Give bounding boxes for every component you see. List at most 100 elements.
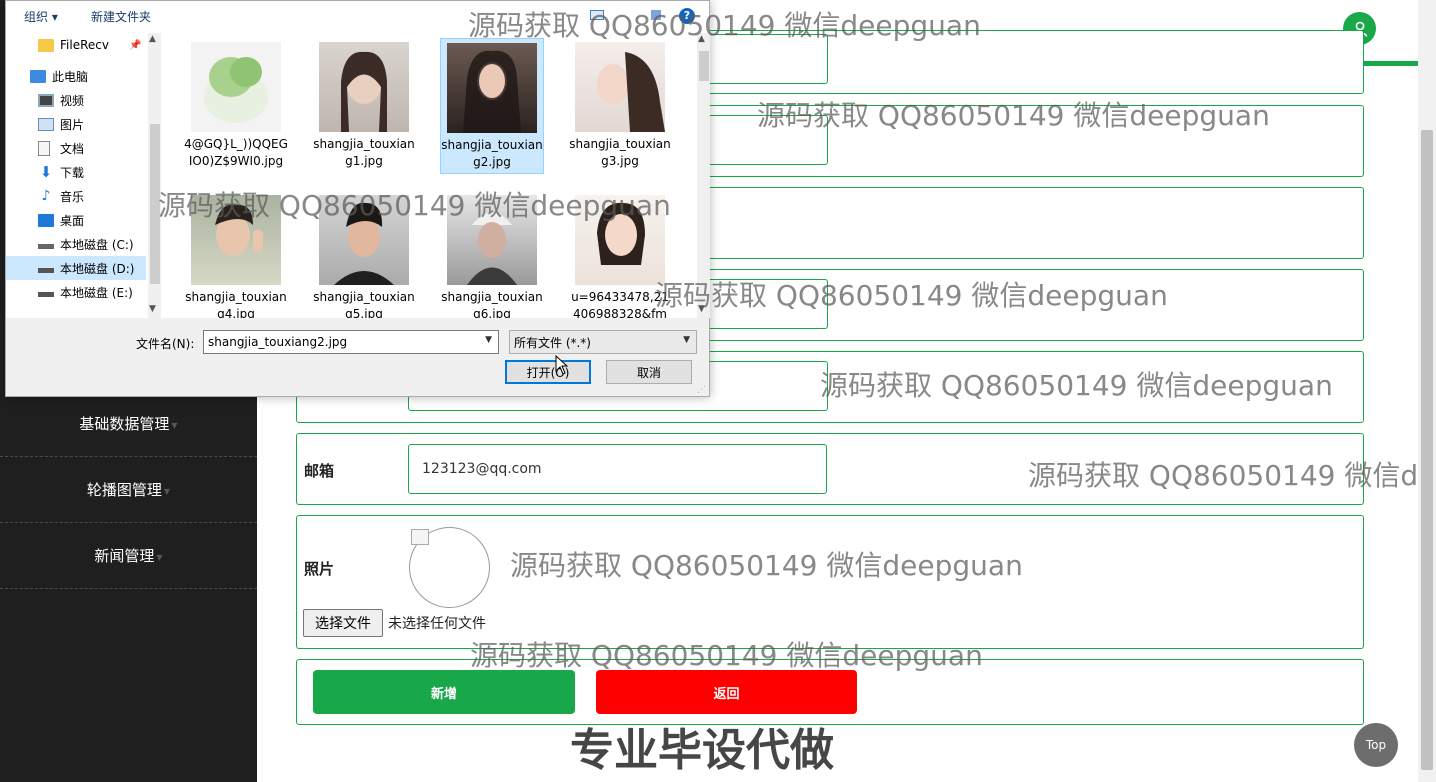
watermark-text: 源码获取 QQ86050149 微信d: [1028, 459, 1419, 492]
file-name: shangjia_touxiang3.jpg: [569, 137, 671, 168]
filetype-select[interactable]: 所有文件 (*.*) ▼: [509, 330, 697, 354]
filename-input[interactable]: shangjia_touxiang2.jpg ▼: [203, 330, 499, 354]
tree-item-label: 下载: [60, 165, 85, 180]
file-item[interactable]: 4@GQ}L_))QQEGIO0)Z$9WI0.jpg: [184, 38, 288, 170]
tree-item-label: 桌面: [60, 213, 85, 228]
resize-grip-icon[interactable]: ⋰: [697, 385, 706, 395]
navigation-tree: FileRecv 📌 此电脑 视频 图片 文档 ⬇ 下载 ♪ 音乐 桌面 本地磁…: [6, 33, 161, 318]
tree-item-drive-c[interactable]: 本地磁盘 (C:): [6, 232, 146, 256]
file-name: shangjia_touxiang4.jpg: [185, 290, 287, 318]
tree-item-music[interactable]: ♪ 音乐: [6, 184, 146, 208]
portrait-image: [341, 51, 387, 132]
computer-icon: [30, 69, 46, 83]
broken-image-icon: [411, 529, 429, 545]
tree-item-desktop[interactable]: 桌面: [6, 208, 146, 232]
portrait-image: [463, 50, 521, 133]
file-item-selected[interactable]: shangjia_touxiang2.jpg: [440, 38, 544, 174]
watermark-text: 源码获取 QQ86050149 微信deepguan: [470, 639, 983, 672]
chevron-down-icon[interactable]: ▼: [485, 335, 492, 345]
file-name: shangjia_touxiang6.jpg: [441, 290, 543, 318]
video-icon: [38, 93, 54, 107]
file-status-text: 未选择任何文件: [388, 616, 486, 632]
tree-item-filerecv[interactable]: FileRecv 📌: [6, 33, 146, 57]
cabbage-image: [204, 57, 268, 123]
tree-item-this-pc[interactable]: 此电脑: [6, 64, 146, 88]
file-thumbnails: 4@GQ}L_))QQEGIO0)Z$9WI0.jpg shangjia_tou…: [164, 33, 697, 318]
watermark-text: 源码获取 QQ86050149 微信deepguan: [757, 99, 1270, 132]
caret-down-icon: ▼: [156, 553, 163, 562]
sidebar-item-label: 新闻管理: [94, 547, 155, 565]
documents-icon: [38, 140, 50, 156]
filename-value: shangjia_touxiang2.jpg: [208, 335, 348, 349]
watermark-text: 源码获取 QQ86050149 微信deepguan: [510, 549, 1023, 582]
tree-item-downloads[interactable]: ⬇ 下载: [6, 160, 146, 184]
file-thumbnail: [447, 43, 537, 133]
cancel-button[interactable]: 取消: [606, 360, 692, 384]
tree-item-label: 图片: [60, 117, 85, 132]
sidebar-item-label: 轮播图管理: [86, 481, 162, 499]
email-input[interactable]: 123123@qq.com: [408, 444, 827, 494]
thumbnail-scrollbar-thumb[interactable]: [699, 51, 709, 81]
filename-label: 文件名(N):: [136, 337, 195, 351]
sidebar-item-carousel[interactable]: 轮播图管理 ▼: [0, 457, 257, 523]
drive-icon: [38, 243, 54, 249]
portrait-image: [597, 52, 665, 132]
file-name: shangjia_touxiang1.jpg: [313, 137, 415, 168]
chevron-down-icon: ▼: [683, 335, 690, 345]
tree-item-label: 音乐: [60, 189, 85, 204]
file-item[interactable]: shangjia_touxiang3.jpg: [568, 38, 672, 170]
file-name: shangjia_touxiang2.jpg: [441, 138, 543, 169]
tree-item-documents[interactable]: 文档: [6, 136, 146, 160]
sidebar-item-news[interactable]: 新闻管理 ▼: [0, 523, 257, 589]
folder-icon: [38, 38, 54, 52]
open-button[interactable]: 打开(O): [505, 360, 591, 384]
tree-item-videos[interactable]: 视频: [6, 88, 146, 112]
watermark-text: 源码获取 QQ86050149 微信deepguan: [655, 279, 1168, 312]
photo-label: 照片: [304, 560, 335, 578]
file-thumbnail: [319, 42, 409, 132]
file-name: shangjia_touxiang5.jpg: [313, 290, 415, 318]
tree-item-label: 视频: [60, 93, 85, 108]
watermark-text: 源码获取 QQ86050149 微信deepguan: [820, 369, 1333, 402]
tree-item-drive-d[interactable]: 本地磁盘 (D:): [6, 256, 146, 280]
tree-item-label: 本地磁盘 (D:): [60, 261, 135, 276]
watermark-text: 源码获取 QQ86050149 微信deepguan: [158, 189, 671, 222]
back-to-top-button[interactable]: Top: [1354, 723, 1398, 767]
sidebar-item-label: 基础数据管理: [79, 415, 170, 433]
file-thumbnail: [191, 42, 281, 132]
file-item[interactable]: shangjia_touxiang1.jpg: [312, 38, 416, 170]
pin-icon[interactable]: 📌: [129, 40, 141, 51]
add-button[interactable]: 新增: [313, 670, 575, 714]
mouse-cursor-icon: [555, 355, 569, 375]
sidebar-item-basic-data[interactable]: 基础数据管理 ▼: [0, 391, 257, 457]
organize-label: 组织: [24, 10, 49, 24]
file-thumbnail: [575, 42, 665, 132]
email-label: 邮箱: [304, 462, 335, 480]
watermark-slogan: 专业毕设代做: [570, 725, 834, 776]
organize-menu[interactable]: 组织 ▾: [24, 8, 58, 25]
download-icon: ⬇: [39, 162, 53, 181]
tree-item-pictures[interactable]: 图片: [6, 112, 146, 136]
pictures-icon: [38, 117, 54, 131]
file-name: 4@GQ}L_))QQEGIO0)Z$9WI0.jpg: [184, 137, 288, 168]
new-folder-button[interactable]: 新建文件夹: [91, 8, 151, 25]
desktop-icon: [38, 213, 54, 227]
tree-item-label: 文档: [60, 141, 85, 156]
caret-down-icon: ▼: [171, 421, 178, 430]
music-icon: ♪: [41, 187, 51, 204]
tree-item-label: FileRecv: [60, 38, 109, 52]
caret-down-icon: ▼: [163, 487, 171, 496]
scrollbar-thumb[interactable]: [1421, 130, 1433, 770]
drive-icon: [38, 267, 54, 273]
filetype-value: 所有文件 (*.*): [514, 335, 591, 350]
back-button[interactable]: 返回: [596, 670, 857, 714]
scroll-up-icon[interactable]: ▲: [149, 34, 156, 44]
watermark-text: 源码获取 QQ86050149 微信deepguan: [468, 9, 981, 42]
tree-item-label: 此电脑: [52, 69, 89, 84]
tree-item-drive-e[interactable]: 本地磁盘 (E:): [6, 280, 146, 304]
choose-file-button[interactable]: 选择文件: [303, 609, 383, 637]
page: 基础数据管理 ▼ 轮播图管理 ▼ 新闻管理 ▼ 邮箱 123123@qq.com…: [0, 0, 1436, 782]
tree-item-label: 本地磁盘 (E:): [60, 285, 133, 300]
tree-item-label: 本地磁盘 (C:): [60, 237, 134, 252]
scroll-down-icon[interactable]: ▼: [149, 304, 156, 314]
